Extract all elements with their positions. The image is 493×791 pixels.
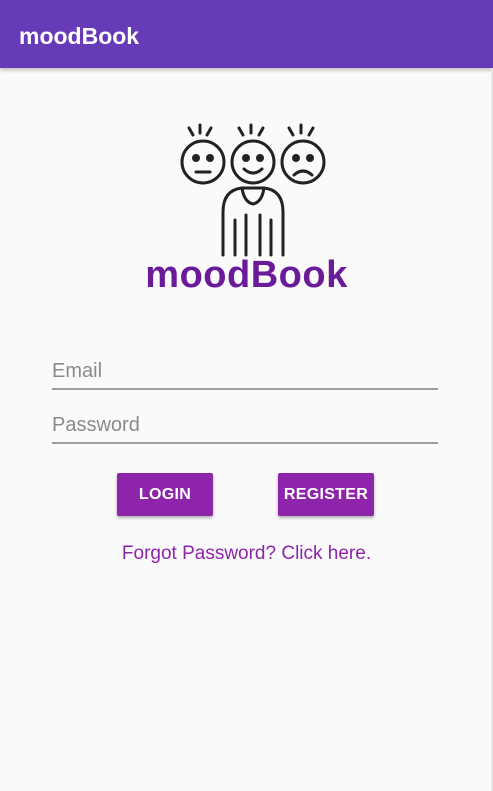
app-title: moodBook [19,23,140,49]
brand-logo-text: moodBook [145,254,348,296]
app-bar: moodBook [0,0,493,68]
email-field[interactable] [52,354,438,390]
logo-image [170,120,340,260]
login-button[interactable]: LOGIN [117,473,213,516]
password-field[interactable] [52,408,438,444]
register-button[interactable]: REGISTER [278,473,374,516]
forgot-password-link[interactable]: Forgot Password? Click here. [0,543,493,565]
moods-icon [180,123,326,257]
